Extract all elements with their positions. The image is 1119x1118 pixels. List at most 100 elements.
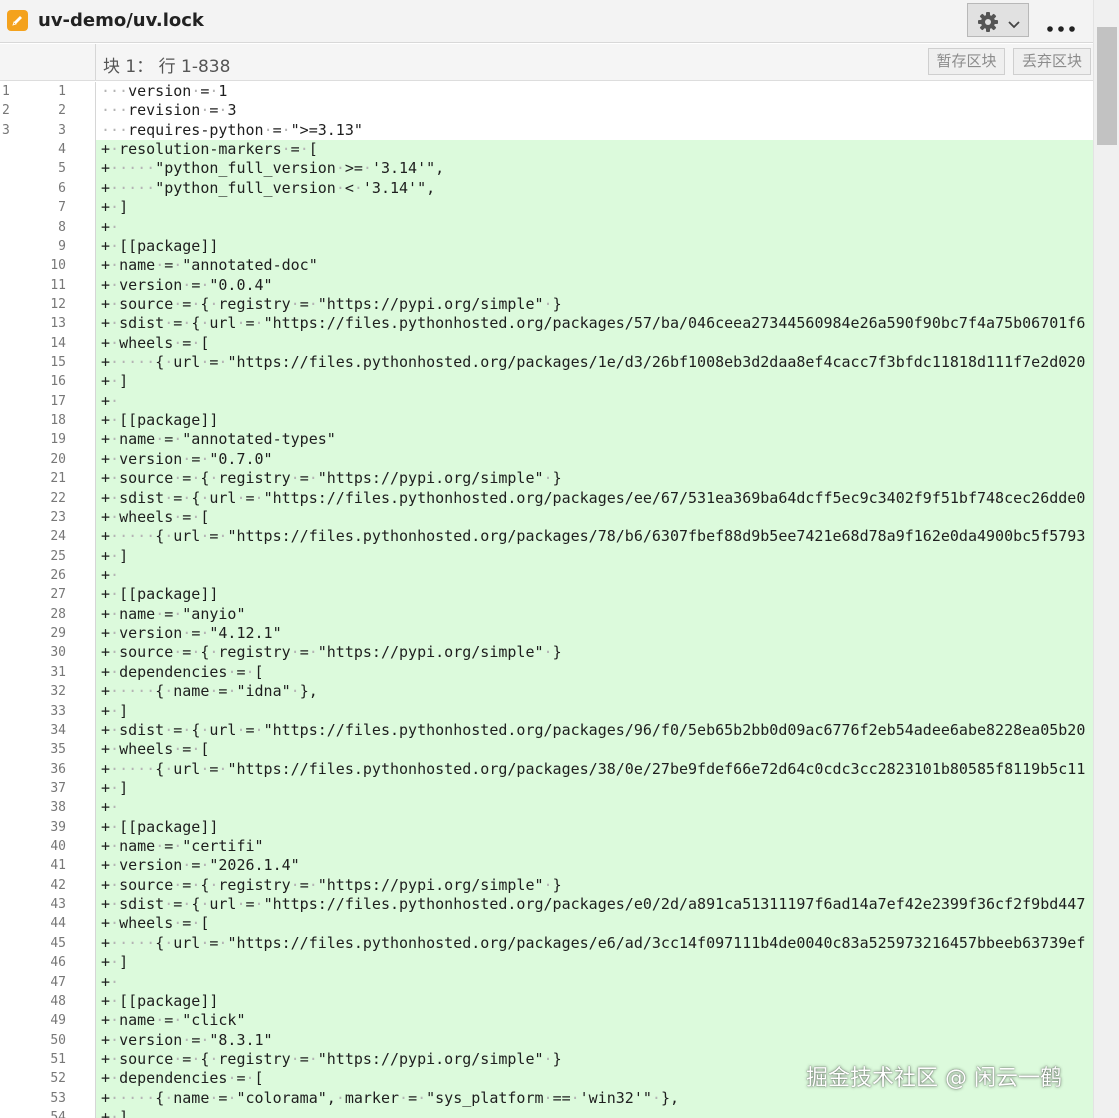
new-line-number: 31 xyxy=(50,664,66,680)
new-line-number: 48 xyxy=(50,993,66,1009)
new-line-number: 29 xyxy=(50,626,66,642)
added-line: 41 +·version·=·"2026.1.4" xyxy=(0,856,1093,876)
line-content: +·····{·url·=·"https://files.pythonhoste… xyxy=(96,527,1093,547)
new-line-number: 41 xyxy=(50,858,66,874)
old-line-number: 2 xyxy=(2,103,10,119)
line-content: +·[[package]] xyxy=(96,236,1093,257)
line-content: +· xyxy=(96,565,1093,586)
line-content: ···version·=·1 xyxy=(101,82,228,100)
new-line-number: 53 xyxy=(50,1090,66,1106)
line-content: +·[[package]] xyxy=(96,585,1093,605)
line-content: +·sdist·=·{·url·=·"https://files.pythonh… xyxy=(96,895,1093,915)
line-content: +·[[package]] xyxy=(96,411,1093,431)
added-line: 40 +·name·=·"certifi" xyxy=(0,837,1093,857)
added-line: 29 +·version·=·"4.12.1" xyxy=(0,624,1093,644)
line-content: +·source·=·{·registry·=·"https://pypi.or… xyxy=(96,875,1093,896)
line-content: +·····{·name·=·"idna"·}, xyxy=(96,682,1093,702)
added-line: 32 +·····{·name·=·"idna"·}, xyxy=(0,682,1093,702)
line-content: +·wheels·=·[ xyxy=(96,507,1093,528)
added-line: 49 +·name·=·"click" xyxy=(0,1011,1093,1031)
diff-view[interactable]: 1 1 ···version·=·1 2 2 ···revision·=·3 3 3 ···re… xyxy=(0,82,1093,1118)
new-line-number: 50 xyxy=(50,1032,66,1048)
scrollbar-thumb[interactable] xyxy=(1097,27,1117,145)
new-line-number: 35 xyxy=(50,742,66,758)
new-line-number: 9 xyxy=(58,238,66,254)
vertical-scrollbar[interactable] xyxy=(1093,0,1119,1118)
new-line-number: 8 xyxy=(58,219,66,235)
new-line-number: 23 xyxy=(50,509,66,525)
more-options-button[interactable] xyxy=(1040,6,1084,36)
added-line: 34 +·sdist·=·{·url·=·"https://files.pytho… xyxy=(0,720,1093,741)
line-content: +·name·=·"annotated-types" xyxy=(96,430,1093,450)
new-line-number: 14 xyxy=(50,335,66,351)
new-line-number: 42 xyxy=(50,877,66,893)
new-line-number: 15 xyxy=(50,355,66,371)
new-line-number: 51 xyxy=(50,1051,66,1067)
line-content: +· xyxy=(96,217,1093,237)
new-line-number: 44 xyxy=(50,916,66,932)
new-line-number: 3 xyxy=(58,122,66,138)
added-line: 28 +·name·=·"anyio" xyxy=(0,604,1093,625)
new-line-number: 47 xyxy=(50,974,66,990)
added-line: 17 +· xyxy=(0,391,1093,412)
new-line-number: 16 xyxy=(50,374,66,390)
new-line-number: 25 xyxy=(50,548,66,564)
new-line-number: 18 xyxy=(50,413,66,429)
added-line: 25 +·] xyxy=(0,546,1093,566)
line-content: ···revision·=·3 xyxy=(101,101,237,120)
new-line-number: 19 xyxy=(50,432,66,448)
pencil-file-icon xyxy=(7,10,28,31)
line-content: +·] xyxy=(96,546,1093,566)
added-line: 44 +·wheels·=·[ xyxy=(0,914,1093,934)
line-content: +·wheels·=·[ xyxy=(96,333,1093,354)
context-line: 3 3 ···requires-python·=·">=3.13" xyxy=(0,120,1093,141)
added-line: 19 +·name·=·"annotated-types" xyxy=(0,430,1093,450)
line-content: +·version·=·"8.3.1" xyxy=(96,1030,1093,1050)
added-line: 12 +·source·=·{·registry·=·"https://pypi.… xyxy=(0,294,1093,315)
added-line: 27 +·[[package]] xyxy=(0,585,1093,605)
line-content: +·] xyxy=(96,372,1093,392)
added-line: 38 +· xyxy=(0,798,1093,818)
more-icon xyxy=(1047,19,1075,37)
added-line: 47 +· xyxy=(0,972,1093,992)
new-line-number: 45 xyxy=(50,935,66,951)
discard-hunk-button[interactable]: 丢弃区块 xyxy=(1013,48,1091,75)
line-content: +·····{·url·=·"https://files.pythonhoste… xyxy=(96,933,1093,954)
new-line-number: 34 xyxy=(50,722,66,738)
old-line-number: 1 xyxy=(2,84,10,99)
line-content: +· xyxy=(96,798,1093,818)
new-line-number: 30 xyxy=(50,645,66,661)
line-content: +·source·=·{·registry·=·"https://pypi.or… xyxy=(96,643,1093,663)
line-content: +·resolution-markers·=·[ xyxy=(96,140,1093,160)
line-content: +·[[package]] xyxy=(96,991,1093,1012)
line-content: +·name·=·"click" xyxy=(96,1011,1093,1031)
added-line: 26 +· xyxy=(0,565,1093,586)
line-content: +·name·=·"annotated-doc" xyxy=(96,256,1093,276)
stage-hunk-button[interactable]: 暂存区块 xyxy=(928,48,1005,75)
added-line: 35 +·wheels·=·[ xyxy=(0,740,1093,760)
line-content: +·····"python_full_version·>=·'3.14'", xyxy=(96,159,1093,179)
added-line: 50 +·version·=·"8.3.1" xyxy=(0,1030,1093,1050)
added-line: 15 +·····{·url·=·"https://files.pythonhos… xyxy=(0,353,1093,373)
added-line: 6 +·····"python_full_version·<·'3.14'", xyxy=(0,178,1093,199)
new-line-number: 13 xyxy=(50,316,66,332)
settings-dropdown-button[interactable] xyxy=(967,3,1029,37)
new-line-number: 7 xyxy=(58,200,66,216)
added-line: 39 +·[[package]] xyxy=(0,817,1093,838)
added-line: 18 +·[[package]] xyxy=(0,411,1093,431)
line-content: +·version·=·"2026.1.4" xyxy=(96,856,1093,876)
line-content: +·name·=·"certifi" xyxy=(96,837,1093,857)
new-line-number: 38 xyxy=(50,800,66,816)
added-line: 43 +·sdist·=·{·url·=·"https://files.pytho… xyxy=(0,895,1093,915)
new-line-number: 10 xyxy=(50,258,66,274)
new-line-number: 12 xyxy=(50,296,66,312)
new-line-number: 6 xyxy=(58,180,66,196)
new-line-number: 36 xyxy=(50,761,66,777)
added-line: 54 +·] xyxy=(0,1108,1093,1118)
line-content: +· xyxy=(96,391,1093,412)
old-line-number: 3 xyxy=(2,122,10,138)
added-line: 14 +·wheels·=·[ xyxy=(0,333,1093,354)
new-line-number: 33 xyxy=(50,703,66,719)
new-line-number: 21 xyxy=(50,471,66,487)
added-line: 21 +·source·=·{·registry·=·"https://pypi.… xyxy=(0,469,1093,489)
